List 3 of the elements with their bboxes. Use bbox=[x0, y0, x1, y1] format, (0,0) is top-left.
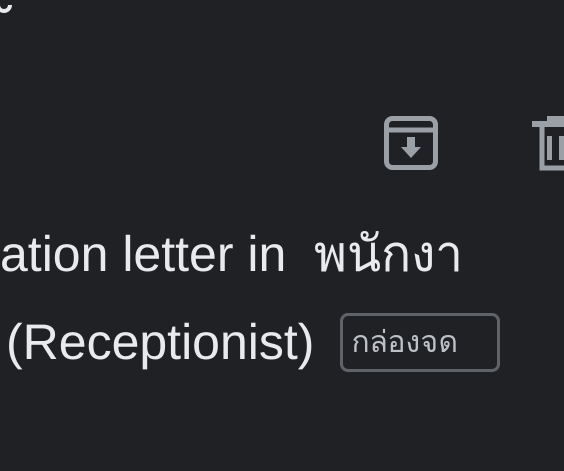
email-subject: (Receptionist) bbox=[6, 313, 314, 372]
label-chip[interactable]: กล่องจด bbox=[340, 312, 500, 372]
email-subject: ation letter in พนักงา bbox=[0, 225, 464, 284]
